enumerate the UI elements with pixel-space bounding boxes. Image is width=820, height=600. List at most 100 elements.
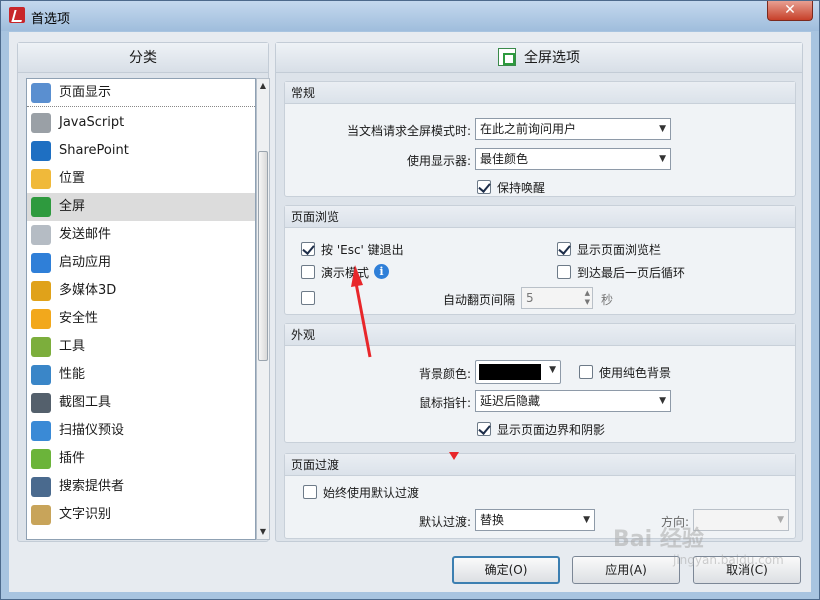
dialog-client-area: 分类 页面显示 JavaScript SharePoint 位置 全屏 发送邮件 启动应用多…	[9, 32, 811, 592]
doc-request-value: 在此之前询问用户	[480, 122, 577, 136]
bg-color-picker[interactable]: ▼	[475, 360, 561, 384]
ok-button[interactable]: 确定(O)	[452, 556, 560, 584]
sidebar-item[interactable]: 全屏	[27, 193, 255, 221]
show-border-label: 显示页面边界和阴影	[497, 423, 606, 437]
sidebar-item-label: 全屏	[59, 199, 86, 214]
keep-awake-checkbox[interactable]	[477, 180, 491, 194]
solid-bg-checkbox[interactable]	[579, 365, 593, 379]
chevron-down-icon: ▼	[583, 515, 590, 525]
esc-exit-checkbox[interactable]	[301, 242, 315, 256]
auto-flip-checkbox[interactable]	[301, 291, 315, 305]
sidebar-item[interactable]: JavaScript	[27, 109, 255, 137]
sidebar-item[interactable]: 扫描仪预设	[27, 417, 255, 445]
sidebar-item[interactable]: 位置	[27, 165, 255, 193]
scanner-icon	[31, 421, 51, 441]
sidebar-item[interactable]: 插件	[27, 445, 255, 473]
sidebar-item-label: 发送邮件	[59, 227, 112, 242]
show-browser-label: 显示页面浏览栏	[577, 243, 662, 257]
chevron-down-icon: ▼	[549, 365, 556, 375]
cursor-select[interactable]: 延迟后隐藏 ▼	[475, 390, 671, 412]
sidebar-item-label: 扫描仪预设	[59, 423, 125, 438]
watermark: Bai 经验 jingyan.baidu.com	[613, 521, 784, 567]
bg-color-label: 背景颜色:	[418, 367, 471, 381]
scroll-down-icon[interactable]: ▼	[257, 525, 269, 539]
page-display-icon	[31, 83, 51, 103]
spin-updown-icon[interactable]: ▲ ▼	[585, 289, 590, 307]
watermark-main: Bai 经验	[613, 527, 704, 552]
always-default-checkbox[interactable]	[303, 485, 317, 499]
folder-icon	[31, 169, 51, 189]
category-list[interactable]: 页面显示 JavaScript SharePoint 位置全屏发送邮件启动应用多媒体3…	[26, 78, 256, 540]
page-browse-group-title: 页面浏览	[285, 206, 795, 228]
default-transition-value: 替换	[480, 513, 505, 527]
sidebar-item-label: 启动应用	[59, 255, 112, 270]
gauge-icon	[31, 365, 51, 385]
sidebar-item-label: 位置	[59, 171, 86, 186]
launch-app-icon	[31, 253, 51, 273]
sidebar-item-label: 搜索提供者	[59, 479, 125, 494]
puzzle-icon	[31, 449, 51, 469]
camera-icon	[31, 393, 51, 413]
esc-exit-label: 按 'Esc' 键退出	[321, 243, 404, 257]
options-header-title: 全屏选项	[524, 50, 580, 66]
presentation-mode-checkbox[interactable]	[301, 265, 315, 279]
auto-flip-value: 5	[526, 291, 534, 305]
sidebar-item[interactable]: 发送邮件	[27, 221, 255, 249]
sidebar-item-label: 截图工具	[59, 395, 112, 410]
solid-bg-label: 使用纯色背景	[599, 366, 672, 380]
sidebar-item[interactable]: 性能	[27, 361, 255, 389]
multimedia-3d-icon	[31, 281, 51, 301]
sharepoint-icon	[31, 141, 51, 161]
app-logo-icon	[9, 7, 25, 23]
sidebar-item[interactable]: 页面显示	[27, 79, 255, 107]
always-default-label: 始终使用默认过渡	[323, 486, 420, 500]
fullscreen-icon	[31, 197, 51, 217]
general-group: 常规 当文档请求全屏模式时: 在此之前询问用户 ▼ 使用显示器: 最佳颜色 ▼ 保持…	[284, 81, 796, 197]
sidebar-item-label: SharePoint	[59, 143, 129, 158]
javascript-icon	[31, 113, 51, 133]
sidebar-item[interactable]: 多媒体3D	[27, 277, 255, 305]
sidebar-item[interactable]: 启动应用	[27, 249, 255, 277]
auto-flip-label: 自动翻页间隔	[442, 293, 515, 307]
cursor-value: 延迟后隐藏	[480, 394, 541, 408]
show-border-checkbox[interactable]	[477, 422, 491, 436]
monitor-label: 使用显示器:	[406, 154, 471, 168]
sidebar-item[interactable]: 文字识别	[27, 501, 255, 529]
chevron-down-icon: ▼	[659, 396, 666, 406]
monitor-value: 最佳颜色	[480, 152, 529, 166]
scroll-thumb[interactable]	[258, 151, 268, 361]
shield-icon	[31, 309, 51, 329]
sidebar-item[interactable]: 安全性	[27, 305, 255, 333]
sidebar-item-label: 安全性	[59, 311, 99, 326]
auto-flip-stepper[interactable]: 5 ▲ ▼	[521, 287, 593, 309]
doc-request-select[interactable]: 在此之前询问用户 ▼	[475, 118, 671, 140]
monitor-select[interactable]: 最佳颜色 ▼	[475, 148, 671, 170]
fullscreen-icon	[498, 48, 516, 66]
sidebar-item-label: 页面显示	[59, 85, 112, 100]
category-scrollbar[interactable]: ▲ ▼	[256, 78, 270, 540]
annotation-marker-icon	[449, 452, 459, 460]
loop-label: 到达最后一页后循环	[577, 266, 686, 280]
loop-checkbox[interactable]	[557, 265, 571, 279]
ocr-icon	[31, 505, 51, 525]
show-browser-checkbox[interactable]	[557, 242, 571, 256]
default-transition-select[interactable]: 替换 ▼	[475, 509, 595, 531]
preferences-window: 首选项 ✕ 分类 页面显示 JavaScript SharePoint 位置 全屏 发送邮…	[0, 0, 820, 600]
sidebar-item-label: 工具	[59, 339, 86, 354]
sidebar-item[interactable]: 截图工具	[27, 389, 255, 417]
sidebar-item-label: 多媒体3D	[59, 283, 117, 298]
category-panel: 分类 页面显示 JavaScript SharePoint 位置 全屏 发送邮件 启动应用多…	[17, 42, 270, 542]
sidebar-item[interactable]: 搜索提供者	[27, 473, 255, 501]
scroll-up-icon[interactable]: ▲	[257, 79, 269, 93]
sidebar-item[interactable]: SharePoint	[27, 137, 255, 165]
bg-color-swatch	[479, 364, 541, 380]
sidebar-item-label: 文字识别	[59, 507, 112, 522]
close-button[interactable]: ✕	[767, 1, 813, 21]
auto-flip-unit: 秒	[601, 293, 614, 307]
window-title: 首选项	[31, 12, 71, 27]
default-transition-label: 默认过渡:	[418, 515, 471, 529]
title-bar[interactable]: 首选项 ✕	[1, 1, 819, 31]
sidebar-item-label: 性能	[59, 367, 86, 382]
sidebar-item[interactable]: 工具	[27, 333, 255, 361]
keep-awake-label: 保持唤醒	[497, 181, 546, 195]
